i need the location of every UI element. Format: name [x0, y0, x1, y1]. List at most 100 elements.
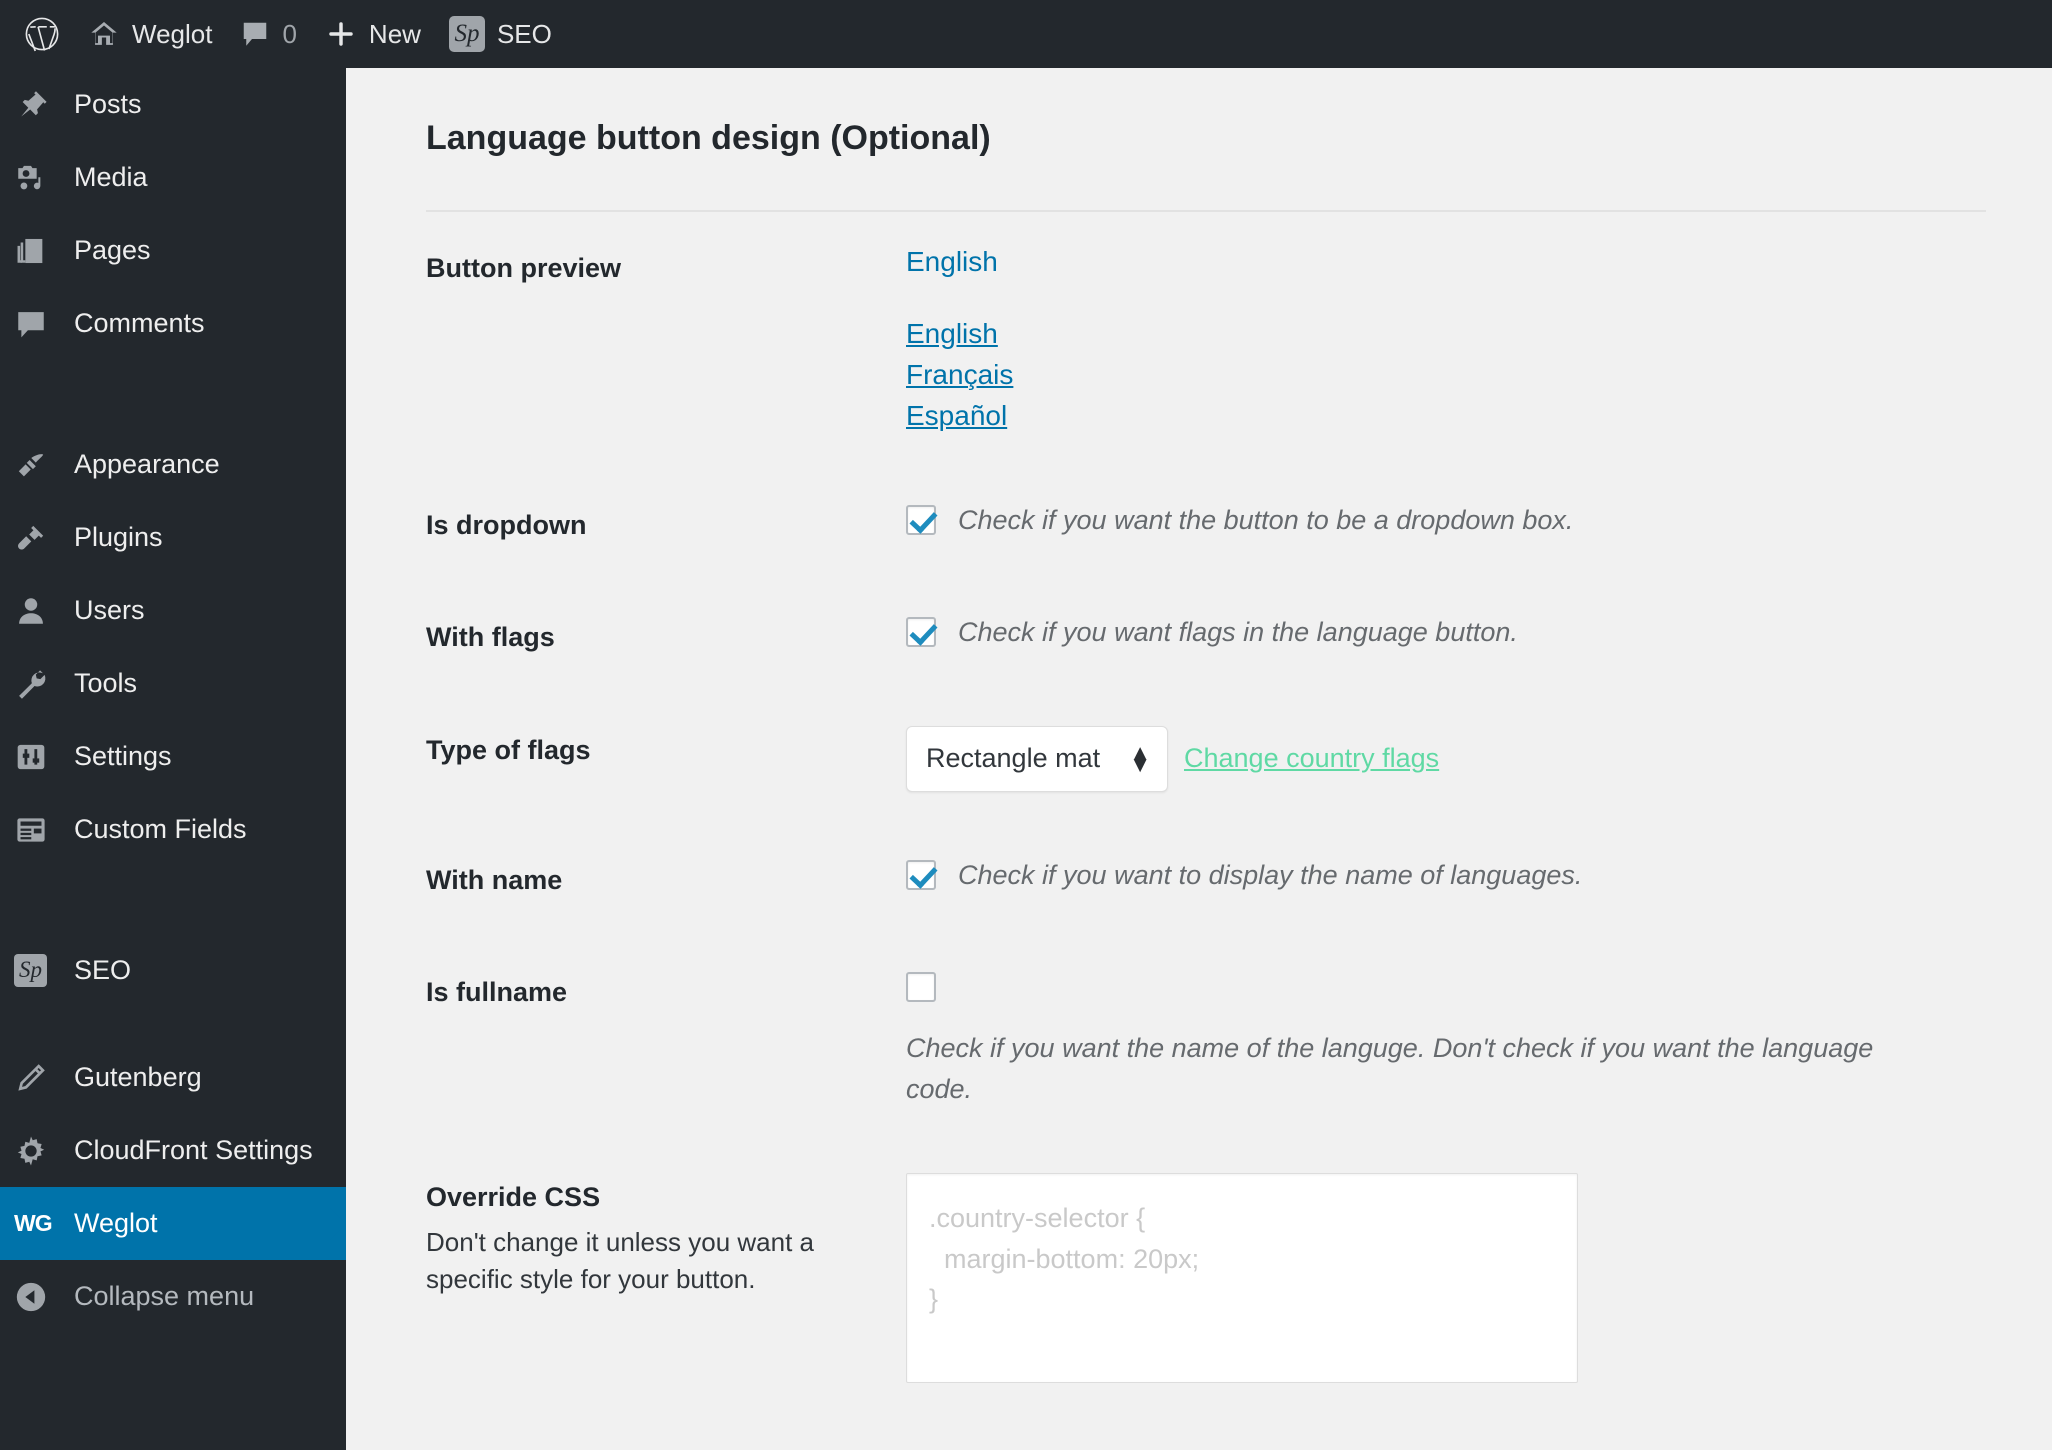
- cell-override-css: .country-selector { margin-bottom: 20px;…: [906, 1141, 1986, 1415]
- label-type-of-flags: Type of flags: [426, 734, 591, 765]
- sp-badge-icon: Sp: [14, 954, 74, 987]
- wordpress-logo-menu[interactable]: [10, 0, 74, 68]
- sidebar-item-pages[interactable]: Pages: [0, 214, 346, 287]
- comment-icon: [14, 307, 74, 341]
- site-name-label: Weglot: [132, 18, 213, 49]
- sidebar-item-tools[interactable]: Tools: [0, 647, 346, 720]
- is-fullname-description: Check if you want the name of the langug…: [906, 1033, 1874, 1104]
- table-icon: [14, 813, 74, 847]
- sidebar-label-users: Users: [74, 595, 145, 626]
- collapse-menu-button[interactable]: Collapse menu: [0, 1260, 346, 1333]
- sidebar-separator-3: [0, 1007, 346, 1041]
- sidebar-label-pages: Pages: [74, 235, 151, 266]
- cell-type-of-flags: Rectangle mat ▲ ▼ Change country flags: [906, 694, 1986, 824]
- page-title: Language button design (Optional): [426, 119, 991, 157]
- site-name-menu[interactable]: Weglot: [74, 0, 226, 68]
- sidebar-item-gutenberg[interactable]: Gutenberg: [0, 1041, 346, 1114]
- change-country-flags-link[interactable]: Change country flags: [1184, 743, 1439, 774]
- cell-button-preview: English English Français Español: [906, 212, 1986, 469]
- with-name-checkbox[interactable]: [906, 859, 936, 890]
- new-content-label: New: [368, 18, 421, 49]
- comment-icon: [240, 19, 270, 49]
- sidebar-item-custom-fields[interactable]: Custom Fields: [0, 793, 346, 866]
- row-is-fullname: Is fullname Check if you want the name o…: [426, 936, 1986, 1141]
- sidebar-label-custom-fields: Custom Fields: [74, 814, 247, 845]
- sidebar-label-plugins: Plugins: [74, 522, 163, 553]
- sidebar-separator-1: [0, 360, 346, 394]
- with-flags-description: Check if you want flags in the language …: [958, 617, 1518, 648]
- cell-with-name: Check if you want to display the name of…: [906, 824, 1986, 936]
- sidebar-label-comments: Comments: [74, 308, 205, 339]
- sidebar-label-seo: SEO: [74, 955, 132, 986]
- pin-icon: [14, 88, 74, 122]
- sidebar-item-appearance[interactable]: Appearance: [0, 428, 346, 501]
- is-dropdown-checkbox[interactable]: [906, 504, 936, 535]
- row-type-of-flags: Type of flags Rectangle mat ▲ ▼ Change co…: [426, 694, 1986, 824]
- preview-language-link[interactable]: Français: [906, 354, 1013, 395]
- sidebar-label-tools: Tools: [74, 668, 138, 699]
- sidebar-item-plugins[interactable]: Plugins: [0, 501, 346, 574]
- camera-icon: [14, 161, 74, 195]
- sp-badge-icon: Sp: [448, 16, 485, 52]
- admin-bar: Weglot 0 New Sp SEO: [0, 0, 2052, 68]
- type-of-flags-select[interactable]: Rectangle mat ▲ ▼: [906, 725, 1168, 792]
- gear-icon: [14, 1134, 74, 1168]
- sidebar-label-appearance: Appearance: [74, 449, 220, 480]
- brush-icon: [14, 448, 74, 482]
- sliders-icon: [14, 740, 74, 774]
- cell-is-fullname: Check if you want the name of the langug…: [906, 936, 1986, 1141]
- label-override-css: Override CSS Don't change it unless you …: [426, 1141, 906, 1415]
- cell-with-flags: Check if you want flags in the language …: [906, 581, 1986, 693]
- row-with-name: With name Check if you want to display t…: [426, 824, 1986, 936]
- admin-sidebar-menu: Posts Media Pages Comments Appearance Pl…: [0, 68, 346, 1450]
- label-button-preview: Button preview: [426, 253, 622, 284]
- language-button-settings-table: Button preview English English Français …: [426, 212, 1986, 1415]
- sidebar-item-posts[interactable]: Posts: [0, 68, 346, 141]
- main-content: Language button design (Optional) Button…: [346, 68, 2052, 1450]
- sidebar-label-media: Media: [74, 162, 148, 193]
- row-is-dropdown: Is dropdown Check if you want the button…: [426, 469, 1986, 581]
- cell-is-dropdown: Check if you want the button to be a dro…: [906, 469, 1986, 581]
- sidebar-item-weglot[interactable]: WG Weglot: [0, 1187, 346, 1260]
- is-fullname-checkbox[interactable]: [906, 972, 936, 1003]
- comments-menu[interactable]: 0: [226, 0, 310, 68]
- seo-menu[interactable]: Sp SEO: [435, 0, 566, 68]
- row-button-preview: Button preview English English Français …: [426, 212, 1986, 469]
- label-is-dropdown: Is dropdown: [426, 509, 587, 540]
- label-with-flags: With flags: [426, 622, 555, 653]
- sidebar-item-comments[interactable]: Comments: [0, 287, 346, 360]
- sidebar-label-posts: Posts: [74, 89, 142, 120]
- row-with-flags: With flags Check if you want flags in th…: [426, 581, 1986, 693]
- sidebar-separator-2: [0, 866, 346, 900]
- comments-count: 0: [282, 18, 297, 49]
- sidebar-item-seo[interactable]: Sp SEO: [0, 934, 346, 1007]
- override-css-textarea[interactable]: .country-selector { margin-bottom: 20px;…: [906, 1173, 1578, 1384]
- preview-language-link[interactable]: Español: [906, 395, 1007, 436]
- collapse-arrow-icon: [14, 1280, 74, 1314]
- sidebar-item-users[interactable]: Users: [0, 574, 346, 647]
- label-is-fullname: Is fullname: [426, 977, 568, 1008]
- wrench-icon: [14, 667, 74, 701]
- with-flags-checkbox[interactable]: [906, 617, 936, 648]
- new-content-menu[interactable]: New: [311, 0, 435, 68]
- sidebar-item-cloudfront-settings[interactable]: CloudFront Settings: [0, 1114, 346, 1187]
- seo-menu-label: SEO: [496, 18, 552, 49]
- override-css-help-text: Don't change it unless you want a specif…: [426, 1226, 814, 1295]
- override-css-title: Override CSS: [426, 1182, 601, 1213]
- plug-icon: [14, 521, 74, 555]
- pages-icon: [14, 234, 74, 268]
- button-preview-language-list: English Français Español: [906, 313, 1976, 437]
- sidebar-label-cloudfront-settings: CloudFront Settings: [74, 1135, 313, 1166]
- sidebar-item-settings[interactable]: Settings: [0, 720, 346, 793]
- collapse-menu-label: Collapse menu: [74, 1281, 255, 1312]
- with-name-description: Check if you want to display the name of…: [958, 859, 1583, 890]
- preview-language-link[interactable]: English: [906, 313, 998, 354]
- sidebar-separator-1b: [0, 394, 346, 428]
- type-of-flags-selected-value: Rectangle mat: [926, 743, 1101, 774]
- button-preview-selected-language[interactable]: English: [906, 244, 1976, 280]
- wordpress-logo-icon: [24, 16, 60, 52]
- is-dropdown-description: Check if you want the button to be a dro…: [958, 504, 1574, 535]
- sidebar-item-media[interactable]: Media: [0, 141, 346, 214]
- user-icon: [14, 594, 74, 628]
- row-override-css: Override CSS Don't change it unless you …: [426, 1141, 1986, 1415]
